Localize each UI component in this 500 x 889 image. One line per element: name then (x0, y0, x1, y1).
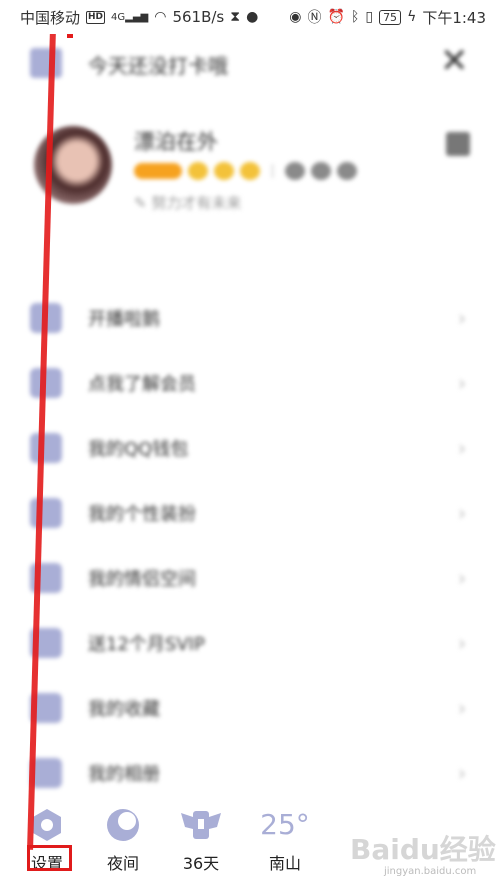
speed-label: 561B/s (172, 8, 225, 26)
hourglass-icon: ⧗ (230, 9, 241, 25)
menu-item-label: 我的情侣空间 (88, 568, 196, 590)
menu-item-album[interactable]: 我的相册 › (0, 740, 500, 805)
chevron-right-icon: › (458, 305, 466, 330)
close-icon[interactable]: ✕ (440, 44, 469, 78)
eye-icon: ◉ (289, 9, 302, 25)
menu-item-label: 我的相册 (88, 763, 160, 785)
menu-item-label: 送12个月SVIP (88, 633, 205, 655)
chevron-right-icon: › (458, 695, 466, 720)
chevron-right-icon: › (458, 760, 466, 785)
baidu-watermark: Baidu经验 (350, 833, 496, 866)
drawer-content: 今天还没打卡哦 ✕ 漂泊在外 ✎ 努力才有未来 开播啦鹅 › 点我了解会员 › … (0, 34, 500, 804)
streak-button[interactable]: 36天 (166, 804, 236, 874)
city-label: 南山 (268, 854, 301, 873)
divider (272, 164, 273, 178)
chevron-right-icon: › (458, 370, 466, 395)
menu-item-theme[interactable]: 我的个性装扮 › (0, 480, 500, 545)
menu-item-label: 我的QQ钱包 (88, 438, 189, 460)
menu-item-live[interactable]: 开播啦鹅 › (0, 285, 500, 350)
menu-item-label: 我的收藏 (88, 698, 160, 720)
bluetooth-icon: ᛒ (350, 9, 360, 25)
network-icon: 4G▂▄▆ (111, 11, 149, 23)
menu-item-svip-gift[interactable]: 送12个月SVIP › (0, 610, 500, 675)
status-right: ◉ Ⓝ ⏰ ᛒ ▯ 75 ϟ 下午1:43 (289, 7, 486, 28)
menu-item-couple[interactable]: 我的情侣空间 › (0, 545, 500, 610)
crown-icon (214, 162, 234, 180)
menu-item-vip[interactable]: 点我了解会员 › (0, 350, 500, 415)
weather-button[interactable]: 25° 南山 (250, 804, 320, 874)
temperature-value: 25° (260, 808, 310, 841)
winged-badge-icon (166, 804, 236, 846)
gear-icon (12, 804, 82, 846)
hd-icon: HD (86, 10, 106, 24)
checkin-text[interactable]: 今天还没打卡哦 (88, 50, 228, 79)
carrier-label: 中国移动 (20, 8, 81, 27)
nfc-icon: Ⓝ (307, 10, 322, 26)
night-mode-button[interactable]: 夜间 (88, 804, 158, 874)
menu-list: 开播啦鹅 › 点我了解会员 › 我的QQ钱包 › 我的个性装扮 › 我的情侣空间… (0, 285, 500, 805)
wifi-icon: ◠ (154, 9, 167, 25)
chevron-right-icon: › (458, 435, 466, 460)
signature[interactable]: ✎ 努力才有未来 (134, 192, 241, 213)
menu-item-wallet[interactable]: 我的QQ钱包 › (0, 415, 500, 480)
svip-badge (134, 163, 182, 179)
night-label: 夜间 (106, 854, 139, 873)
username[interactable]: 漂泊在外 (134, 126, 218, 156)
vibrate-icon: ▯ (365, 9, 374, 25)
qr-code-icon[interactable] (446, 132, 470, 156)
alarm-icon: ⏰ (327, 9, 345, 25)
battery-icon: 75 (379, 9, 402, 25)
badge-row[interactable] (134, 162, 357, 180)
annotation-box (27, 845, 72, 871)
chat-icon: ● (246, 9, 259, 25)
charging-icon: ϟ (407, 9, 417, 25)
status-left: 中国移动 HD 4G▂▄▆ ◠ 561B/s ⧗ ● (20, 7, 258, 28)
menu-item-label: 点我了解会员 (88, 373, 196, 395)
crown-icon (240, 162, 260, 180)
moon-icon (88, 804, 158, 846)
menu-item-label: 开播啦鹅 (88, 308, 160, 330)
chevron-right-icon: › (458, 565, 466, 590)
medal-icon (285, 162, 305, 180)
menu-item-label: 我的个性装扮 (88, 503, 196, 525)
calendar-icon[interactable] (30, 48, 62, 78)
clock-label: 下午1:43 (422, 8, 486, 27)
days-label: 36天 (182, 854, 220, 873)
medal-icon (311, 162, 331, 180)
shirt-icon (30, 497, 62, 528)
sun-icon (188, 162, 208, 180)
chevron-right-icon: › (458, 500, 466, 525)
watermark-url: jingyan.baidu.com (384, 866, 477, 877)
menu-item-favorites[interactable]: 我的收藏 › (0, 675, 500, 740)
status-bar: 中国移动 HD 4G▂▄▆ ◠ 561B/s ⧗ ● ◉ Ⓝ ⏰ ᛒ ▯ 75 … (0, 0, 500, 34)
wallet-icon (30, 432, 62, 463)
medal-icon (337, 162, 357, 180)
chevron-right-icon: › (458, 630, 466, 655)
